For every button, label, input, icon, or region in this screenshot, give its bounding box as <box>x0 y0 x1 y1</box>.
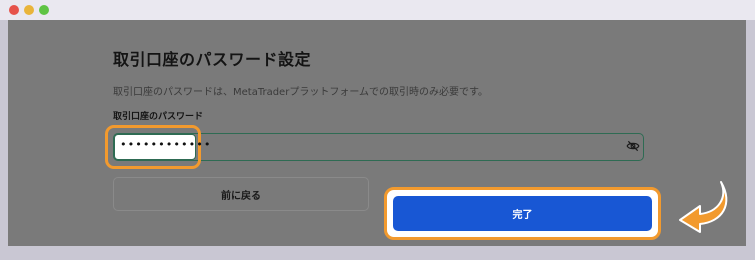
password-value: •••••••••••• <box>120 138 212 151</box>
done-button[interactable]: 完了 <box>393 196 652 231</box>
back-button[interactable]: 前に戻る <box>113 177 369 211</box>
minimize-window-button[interactable] <box>24 5 34 15</box>
app-window: 取引口座のパスワード設定 取引口座のパスワードは、MetaTraderプラットフ… <box>0 0 755 260</box>
dialog-overlay: 取引口座のパスワード設定 取引口座のパスワードは、MetaTraderプラットフ… <box>8 20 746 246</box>
password-label: 取引口座のパスワード <box>113 112 204 122</box>
curved-arrow-icon <box>679 181 728 233</box>
dialog-title: 取引口座のパスワード設定 <box>113 50 312 69</box>
dialog-description: 取引口座のパスワードは、MetaTraderプラットフォームでの取引時のみ必要で… <box>113 87 489 98</box>
close-window-button[interactable] <box>9 5 19 15</box>
eye-slash-icon[interactable] <box>626 139 640 153</box>
window-titlebar <box>0 0 755 20</box>
maximize-window-button[interactable] <box>39 5 49 15</box>
